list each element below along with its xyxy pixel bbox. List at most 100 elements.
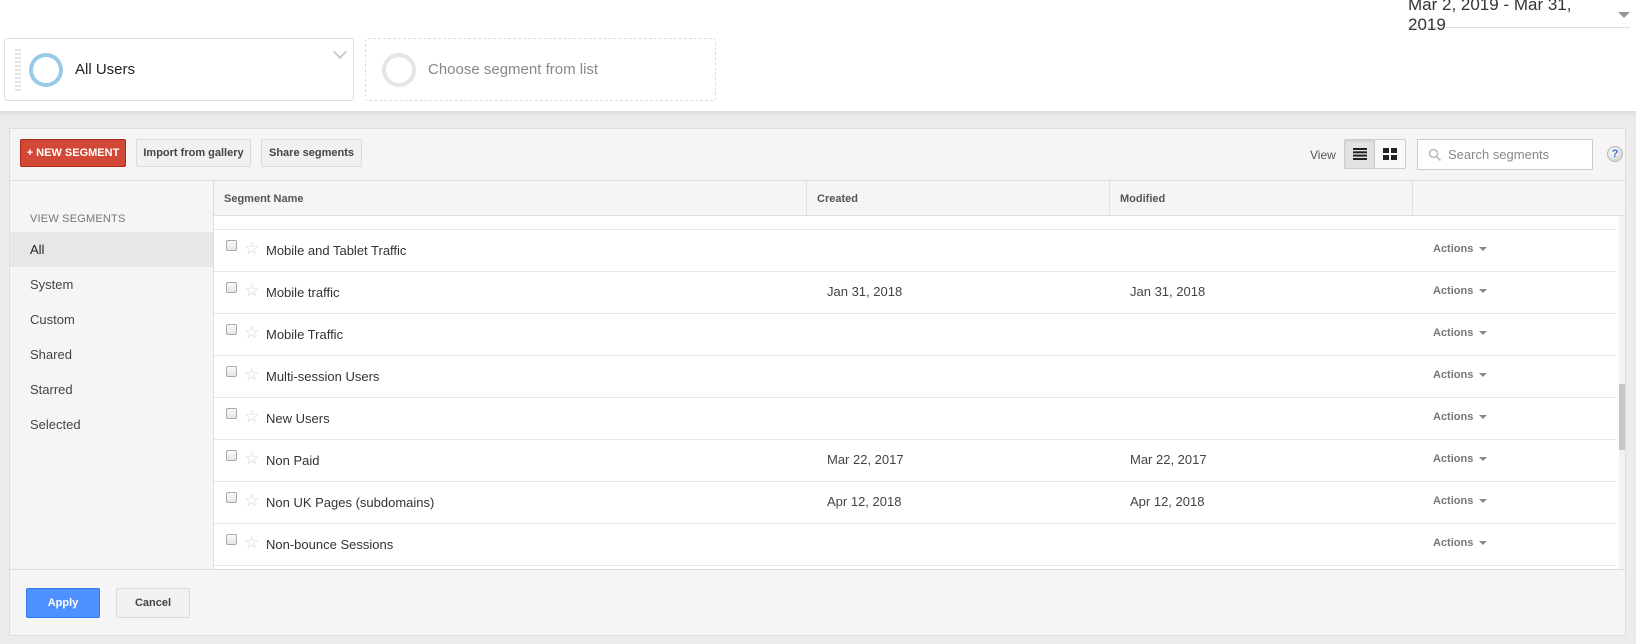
actions-label: Actions — [1433, 453, 1474, 465]
list-view-icon — [1352, 148, 1367, 160]
created-date: Jan 31, 2018 — [827, 284, 903, 299]
segment-toolbar: + NEW SEGMENT Import from gallery Share … — [10, 129, 1625, 181]
created-date: Apr 12, 2018 — [827, 494, 902, 509]
actions-label: Actions — [1433, 285, 1474, 297]
actions-dropdown[interactable]: Actions — [1433, 369, 1488, 381]
actions-label: Actions — [1433, 495, 1474, 507]
scrollbar-thumb[interactable] — [1619, 384, 1625, 450]
search-segments-field[interactable] — [1417, 139, 1593, 170]
actions-dropdown[interactable]: Actions — [1433, 327, 1488, 339]
empty-segment-ring-icon — [382, 52, 416, 87]
table-row[interactable]: ☆ Non-bounce Sessions Actions — [214, 524, 1615, 566]
segment-chip-label: All Users — [75, 61, 136, 78]
table-row[interactable]: ☆ Mobile and Tablet Traffic Actions — [214, 230, 1615, 272]
actions-dropdown[interactable]: Actions — [1433, 285, 1488, 297]
star-icon[interactable]: ☆ — [244, 408, 259, 425]
star-icon[interactable]: ☆ — [244, 366, 259, 383]
date-range-picker[interactable]: Mar 2, 2019 - Mar 31, 2019 — [1408, 0, 1630, 34]
actions-label: Actions — [1433, 369, 1474, 381]
view-segments-heading: VIEW SEGMENTS — [30, 213, 126, 225]
choose-segment-slot[interactable]: Choose segment from list — [365, 38, 716, 101]
star-icon[interactable]: ☆ — [244, 450, 259, 467]
table-row[interactable]: ☆ Non Paid Mar 22, 2017 Mar 22, 2017 Actions — [214, 440, 1615, 482]
search-segments-input[interactable] — [1448, 147, 1588, 162]
segment-picker-panel: + NEW SEGMENT Import from gallery Share … — [9, 128, 1626, 636]
star-icon[interactable]: ☆ — [244, 324, 259, 341]
sidebar-item-custom[interactable]: Custom — [10, 302, 213, 337]
segment-header: Mar 2, 2019 - Mar 31, 2019 All Users Cho… — [0, 0, 1636, 111]
row-checkbox[interactable] — [226, 534, 237, 545]
row-checkbox[interactable] — [226, 240, 237, 251]
row-checkbox[interactable] — [226, 282, 237, 293]
search-icon — [1428, 148, 1442, 161]
table-body: ☆ Mobile and Tablet Traffic Actions ☆ Mobile… — [214, 216, 1619, 569]
actions-label: Actions — [1433, 411, 1474, 423]
table-row-partial — [214, 188, 1615, 230]
caret-down-icon — [1479, 331, 1488, 335]
actions-label: Actions — [1433, 243, 1474, 255]
chevron-down-icon[interactable] — [332, 44, 348, 60]
star-icon[interactable]: ☆ — [244, 282, 259, 299]
caret-down-icon — [1479, 541, 1488, 545]
row-checkbox[interactable] — [226, 450, 237, 461]
segment-name[interactable]: New Users — [266, 411, 330, 426]
import-from-gallery-button[interactable]: Import from gallery — [136, 139, 251, 167]
actions-dropdown[interactable]: Actions — [1433, 411, 1488, 423]
drag-handle-icon[interactable] — [15, 49, 21, 91]
caret-down-icon — [1479, 499, 1488, 503]
sidebar-item-starred[interactable]: Starred — [10, 372, 213, 407]
sidebar-item-system[interactable]: System — [10, 267, 213, 302]
table-scrollbar[interactable] — [1619, 216, 1625, 569]
help-icon[interactable]: ? — [1607, 146, 1623, 162]
view-toggle — [1344, 139, 1406, 169]
caret-down-icon — [1479, 373, 1488, 377]
star-icon[interactable]: ☆ — [244, 534, 259, 551]
date-range-text: Mar 2, 2019 - Mar 31, 2019 — [1408, 0, 1572, 34]
star-icon[interactable]: ☆ — [244, 240, 259, 257]
row-checkbox[interactable] — [226, 408, 237, 419]
segment-name[interactable]: Mobile Traffic — [266, 327, 343, 342]
sidebar-item-shared[interactable]: Shared — [10, 337, 213, 372]
segment-name[interactable]: Mobile traffic — [266, 285, 339, 300]
segments-table: Segment Name Created Modified ☆ Mobile an… — [214, 181, 1625, 569]
table-row[interactable]: ☆ New Users Actions — [214, 398, 1615, 440]
table-row[interactable]: ☆ Mobile Traffic Actions — [214, 314, 1615, 356]
actions-label: Actions — [1433, 537, 1474, 549]
segment-name[interactable]: Multi-session Users — [266, 369, 379, 384]
cancel-button[interactable]: Cancel — [116, 588, 190, 618]
list-view-button[interactable] — [1345, 140, 1375, 168]
sidebar-item-all[interactable]: All — [10, 232, 213, 267]
share-segments-button[interactable]: Share segments — [261, 139, 362, 167]
sidebar-item-selected[interactable]: Selected — [10, 407, 213, 442]
grid-view-icon — [1383, 148, 1397, 160]
segment-chip-all-users[interactable]: All Users — [4, 38, 354, 101]
new-segment-button[interactable]: + NEW SEGMENT — [20, 139, 126, 167]
caret-down-icon — [1479, 289, 1488, 293]
apply-button[interactable]: Apply — [26, 588, 100, 618]
caret-down-icon — [1479, 415, 1488, 419]
row-checkbox[interactable] — [226, 324, 237, 335]
table-row[interactable]: ☆ Non UK Pages (subdomains) Apr 12, 2018 Ap… — [214, 482, 1615, 524]
table-row[interactable]: ☆ Mobile traffic Jan 31, 2018 Jan 31, 2018 A… — [214, 272, 1615, 314]
actions-dropdown[interactable]: Actions — [1433, 243, 1488, 255]
segment-name[interactable]: Non Paid — [266, 453, 319, 468]
modified-date: Apr 12, 2018 — [1130, 494, 1205, 509]
star-icon[interactable]: ☆ — [244, 492, 259, 509]
row-checkbox[interactable] — [226, 366, 237, 377]
grid-view-button[interactable] — [1375, 140, 1405, 168]
segment-name[interactable]: Mobile and Tablet Traffic — [266, 243, 406, 258]
caret-down-icon — [1479, 247, 1488, 251]
actions-dropdown[interactable]: Actions — [1433, 495, 1488, 507]
segment-name[interactable]: Non UK Pages (subdomains) — [266, 495, 434, 510]
picker-footer: Apply Cancel — [10, 569, 1625, 636]
actions-dropdown[interactable]: Actions — [1433, 537, 1488, 549]
view-segments-sidebar: VIEW SEGMENTS All System Custom Shared S… — [10, 181, 214, 569]
segment-name[interactable]: Non-bounce Sessions — [266, 537, 393, 552]
table-row[interactable]: ☆ Multi-session Users Actions — [214, 356, 1615, 398]
actions-dropdown[interactable]: Actions — [1433, 453, 1488, 465]
view-label: View — [1310, 148, 1336, 162]
modified-date: Mar 22, 2017 — [1130, 452, 1207, 467]
actions-label: Actions — [1433, 327, 1474, 339]
row-checkbox[interactable] — [226, 492, 237, 503]
caret-down-icon — [1618, 11, 1630, 18]
